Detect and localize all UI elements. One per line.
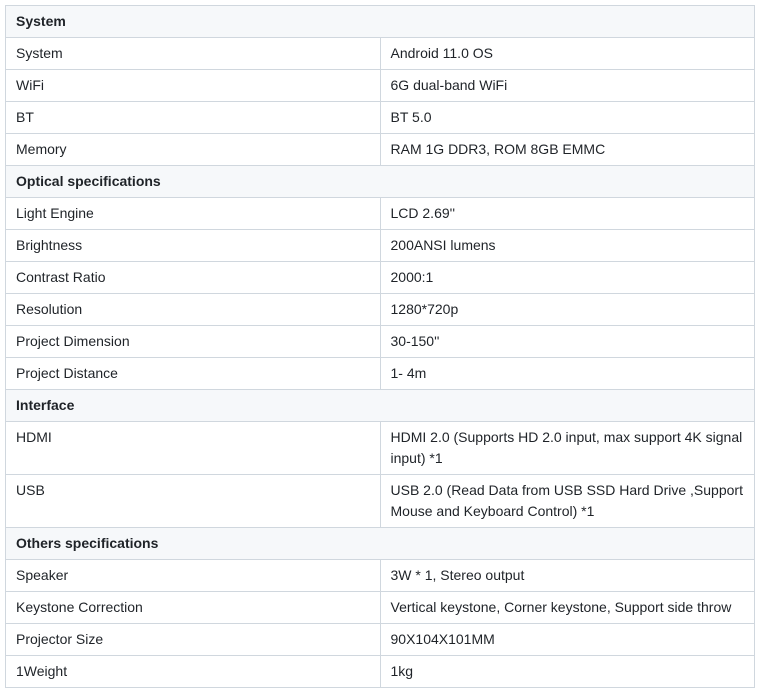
spec-value: 30-150'' bbox=[379, 325, 755, 358]
spec-row-usb: USB USB 2.0 (Read Data from USB SSD Hard… bbox=[5, 474, 755, 528]
spec-row-light-engine: Light Engine LCD 2.69'' bbox=[5, 197, 755, 230]
spec-label: WiFi bbox=[5, 69, 381, 102]
spec-label: Project Dimension bbox=[5, 325, 381, 358]
spec-row-brightness: Brightness 200ANSI lumens bbox=[5, 229, 755, 262]
spec-value: 3W * 1, Stereo output bbox=[379, 559, 755, 592]
section-title: Interface bbox=[5, 389, 755, 422]
spec-label: System bbox=[5, 37, 381, 70]
section-header-others: Others specifications bbox=[5, 527, 755, 560]
spec-value: HDMI 2.0 (Supports HD 2.0 input, max sup… bbox=[379, 421, 755, 475]
spec-row-hdmi: HDMI HDMI 2.0 (Supports HD 2.0 input, ma… bbox=[5, 421, 755, 475]
section-header-optical: Optical specifications bbox=[5, 165, 755, 198]
spec-label: Projector Size bbox=[5, 623, 381, 656]
spec-label: Memory bbox=[5, 133, 381, 166]
section-title: System bbox=[5, 5, 755, 38]
spec-label: Keystone Correction bbox=[5, 591, 381, 624]
spec-value: RAM 1G DDR3, ROM 8GB EMMC bbox=[379, 133, 755, 166]
spec-label: Light Engine bbox=[5, 197, 381, 230]
spec-label: Contrast Ratio bbox=[5, 261, 381, 294]
spec-label: Brightness bbox=[5, 229, 381, 262]
spec-row-bt: BT BT 5.0 bbox=[5, 101, 755, 134]
spec-value: 2000:1 bbox=[379, 261, 755, 294]
spec-label: Speaker bbox=[5, 559, 381, 592]
spec-value: USB 2.0 (Read Data from USB SSD Hard Dri… bbox=[379, 474, 755, 528]
spec-value: 1280*720p bbox=[379, 293, 755, 326]
spec-label: USB bbox=[5, 474, 381, 528]
spec-value: 90X104X101MM bbox=[379, 623, 755, 656]
spec-label: BT bbox=[5, 101, 381, 134]
spec-table: System System Android 11.0 OS WiFi 6G du… bbox=[5, 5, 755, 688]
spec-row-speaker: Speaker 3W * 1, Stereo output bbox=[5, 559, 755, 592]
spec-value: LCD 2.69'' bbox=[379, 197, 755, 230]
spec-row-weight: 1Weight 1kg bbox=[5, 655, 755, 688]
spec-row-system: System Android 11.0 OS bbox=[5, 37, 755, 70]
spec-label: Project Distance bbox=[5, 357, 381, 390]
spec-row-project-dimension: Project Dimension 30-150'' bbox=[5, 325, 755, 358]
spec-label: 1Weight bbox=[5, 655, 381, 688]
section-title: Others specifications bbox=[5, 527, 755, 560]
section-header-system: System bbox=[5, 5, 755, 38]
section-title: Optical specifications bbox=[5, 165, 755, 198]
spec-row-resolution: Resolution 1280*720p bbox=[5, 293, 755, 326]
spec-value: BT 5.0 bbox=[379, 101, 755, 134]
spec-value: 1kg bbox=[379, 655, 755, 688]
spec-value: 1- 4m bbox=[379, 357, 755, 390]
spec-label: Resolution bbox=[5, 293, 381, 326]
spec-label: HDMI bbox=[5, 421, 381, 475]
section-header-interface: Interface bbox=[5, 389, 755, 422]
spec-row-keystone-correction: Keystone Correction Vertical keystone, C… bbox=[5, 591, 755, 624]
spec-row-projector-size: Projector Size 90X104X101MM bbox=[5, 623, 755, 656]
spec-row-memory: Memory RAM 1G DDR3, ROM 8GB EMMC bbox=[5, 133, 755, 166]
spec-row-project-distance: Project Distance 1- 4m bbox=[5, 357, 755, 390]
spec-value: Android 11.0 OS bbox=[379, 37, 755, 70]
spec-value: 6G dual-band WiFi bbox=[379, 69, 755, 102]
spec-row-contrast-ratio: Contrast Ratio 2000:1 bbox=[5, 261, 755, 294]
spec-value: Vertical keystone, Corner keystone, Supp… bbox=[379, 591, 755, 624]
spec-value: 200ANSI lumens bbox=[379, 229, 755, 262]
spec-row-wifi: WiFi 6G dual-band WiFi bbox=[5, 69, 755, 102]
